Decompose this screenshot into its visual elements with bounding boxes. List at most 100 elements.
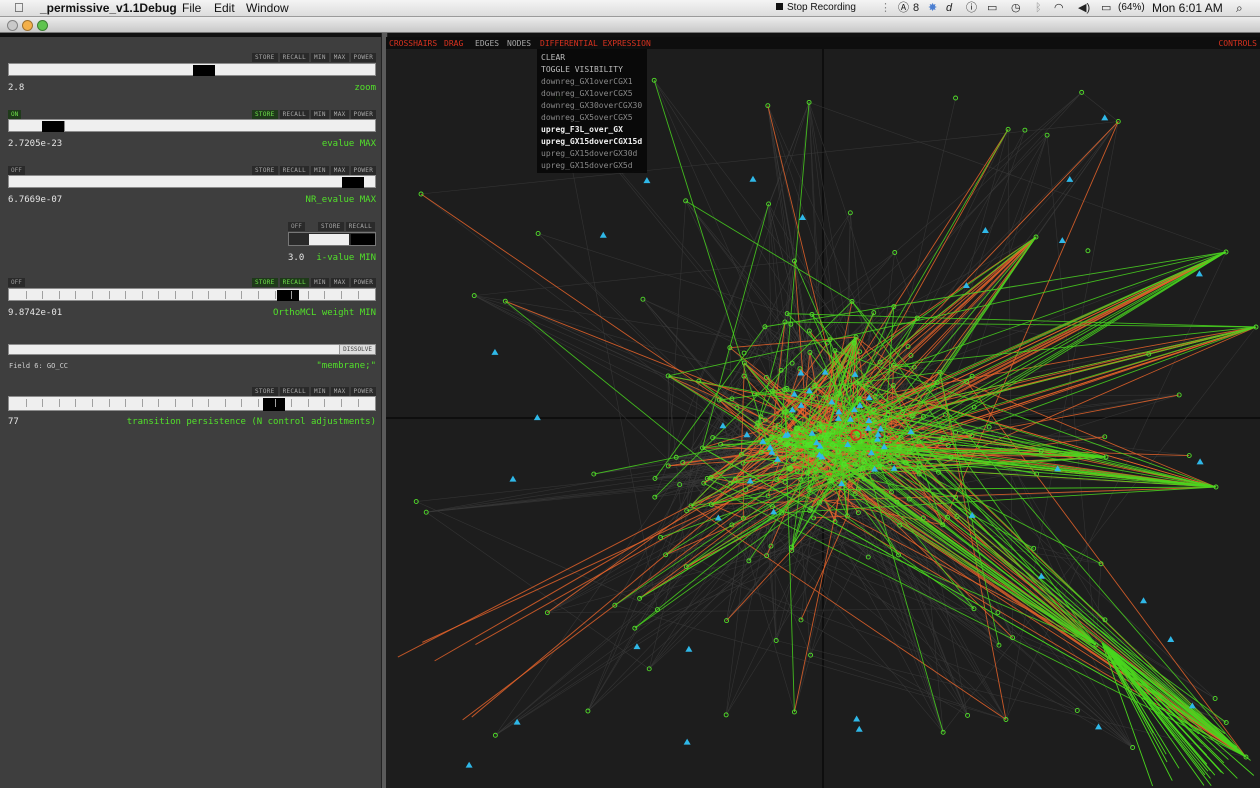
- downregulated-edge: [1101, 642, 1216, 776]
- menu-item-upreg-gx15d-cgx15d[interactable]: upreg_GX15doverCGX15d: [541, 137, 642, 146]
- recall-button[interactable]: RECALL: [279, 166, 310, 175]
- orthomcl-slider[interactable]: [8, 288, 376, 301]
- nodes-toggle[interactable]: NODES: [507, 39, 531, 48]
- recall-button[interactable]: RECALL: [279, 278, 310, 287]
- min-button[interactable]: MIN: [311, 166, 329, 175]
- slider-tick: [92, 399, 93, 407]
- downregulated-edge: [764, 251, 1227, 328]
- dissolve-button[interactable]: DISSOLVE: [339, 345, 375, 354]
- store-button[interactable]: STORE: [252, 53, 278, 62]
- controls-toggle[interactable]: CONTROLS: [1218, 39, 1257, 48]
- time-machine-icon[interactable]: ◷: [1011, 1, 1021, 15]
- menu-item-downreg-gx1-cgx1[interactable]: downreg_GX1overCGX1: [541, 77, 633, 86]
- transition-persistence-slider[interactable]: [8, 396, 376, 411]
- network-graph-svg[interactable]: [386, 37, 1260, 788]
- crosshairs-toggle[interactable]: CROSSHAIRS: [389, 39, 437, 48]
- power-button[interactable]: POWER: [350, 387, 377, 396]
- evalue-slider[interactable]: [8, 119, 376, 132]
- separator-icon: ⋮: [880, 2, 891, 14]
- globe-icon[interactable]: ✸: [928, 1, 937, 15]
- power-button[interactable]: POWER: [350, 166, 377, 175]
- ivalue-label: i-value MIN: [316, 253, 376, 263]
- graph-node-glow: [808, 451, 816, 459]
- spotlight-search-icon[interactable]: ⌕: [1236, 1, 1243, 15]
- store-button[interactable]: STORE: [252, 278, 278, 287]
- ortholog-node-triangle: [491, 348, 499, 355]
- store-button[interactable]: STORE: [252, 387, 278, 396]
- ivalue-toggle[interactable]: OFF: [288, 222, 305, 231]
- slider-knob[interactable]: [192, 65, 215, 76]
- menu-item-upreg-f3l-gx[interactable]: upreg_F3L_over_GX: [541, 125, 623, 134]
- apple-menu-icon[interactable]: : [14, 1, 24, 15]
- edges-toggle[interactable]: EDGES: [475, 39, 499, 48]
- adium-icon[interactable]: Ⓐ: [898, 1, 909, 15]
- dissolve-bar[interactable]: DISSOLVE: [8, 344, 376, 355]
- max-button[interactable]: MAX: [330, 110, 349, 119]
- menu-file[interactable]: File: [182, 1, 201, 15]
- recall-button[interactable]: RECALL: [279, 110, 310, 119]
- network-graph-canvas[interactable]: CROSSHAIRS DRAG EDGES NODES DIFFERENTIAL…: [386, 37, 1260, 788]
- graph-node-glow: [832, 422, 840, 430]
- max-button[interactable]: MAX: [330, 53, 349, 62]
- differential-expression-menu[interactable]: DIFFERENTIAL EXPRESSION: [540, 39, 651, 48]
- slider-knob[interactable]: [276, 290, 299, 301]
- store-button[interactable]: STORE: [318, 222, 344, 231]
- slider-tick: [224, 399, 226, 407]
- menu-item-downreg-gx5-cgx5[interactable]: downreg_GX5overCGX5: [541, 113, 633, 122]
- menu-item-downreg-gx30-cgx30[interactable]: downreg_GX30overCGX30: [541, 101, 642, 110]
- clear-menu-item[interactable]: CLEAR: [541, 53, 565, 62]
- menu-item-upreg-gx15d-gx30d[interactable]: upreg_GX15doverGX30d: [541, 149, 637, 158]
- power-button[interactable]: POWER: [350, 278, 377, 287]
- clock[interactable]: Mon 6:01 AM: [1152, 1, 1223, 15]
- max-button[interactable]: MAX: [330, 387, 349, 396]
- max-button[interactable]: MAX: [330, 278, 349, 287]
- stop-recording-button[interactable]: Stop Recording: [776, 1, 856, 15]
- store-button[interactable]: STORE: [252, 110, 278, 119]
- slider-knob[interactable]: [341, 177, 364, 188]
- volume-icon[interactable]: ◀): [1078, 1, 1090, 15]
- min-button[interactable]: MIN: [311, 110, 329, 119]
- recall-button[interactable]: RECALL: [345, 222, 376, 231]
- graph-edge: [811, 252, 895, 315]
- slider-knob[interactable]: [42, 121, 65, 132]
- close-window-button[interactable]: [7, 20, 18, 31]
- toggle-visibility-menu-item[interactable]: TOGGLE VISIBILITY: [541, 65, 623, 74]
- battery-percent: (64%): [1118, 2, 1145, 13]
- slider-tick: [324, 291, 326, 299]
- ivalue-slider[interactable]: [288, 232, 376, 246]
- app-menu[interactable]: _permissive_v1.1Debug: [40, 1, 177, 15]
- store-button[interactable]: STORE: [252, 166, 278, 175]
- min-button[interactable]: MIN: [311, 278, 329, 287]
- bluetooth-icon[interactable]: ᛒ: [1035, 1, 1042, 15]
- zoom-slider[interactable]: [8, 63, 376, 76]
- slider-fill: [309, 234, 349, 245]
- accessibility-icon[interactable]: ⓘ: [966, 1, 977, 15]
- nr-evalue-toggle[interactable]: OFF: [8, 166, 25, 175]
- max-button[interactable]: MAX: [330, 166, 349, 175]
- menu-item-upreg-gx15d-gx5d[interactable]: upreg_GX15doverGX5d: [541, 161, 633, 170]
- battery-icon[interactable]: ▭: [1101, 1, 1111, 15]
- power-button[interactable]: POWER: [350, 110, 377, 119]
- min-button[interactable]: MIN: [311, 387, 329, 396]
- nr-evalue-slider[interactable]: [8, 175, 376, 188]
- slider-knob[interactable]: [351, 234, 375, 245]
- slider-tick: [274, 291, 276, 299]
- minimize-window-button[interactable]: [22, 20, 33, 31]
- drag-toggle[interactable]: DRAG: [444, 39, 463, 48]
- min-button[interactable]: MIN: [311, 53, 329, 62]
- wifi-icon[interactable]: ◠: [1054, 1, 1064, 15]
- ivalue-value: 3.0: [288, 253, 305, 263]
- power-button[interactable]: POWER: [350, 53, 377, 62]
- slider-tick: [175, 399, 176, 407]
- graph-node-glow: [793, 425, 801, 433]
- menu-item-downreg-gx1-cgx5[interactable]: downreg_GX1overCGX5: [541, 89, 633, 98]
- menu-edit[interactable]: Edit: [214, 1, 235, 15]
- menu-window[interactable]: Window: [246, 1, 289, 15]
- recall-button[interactable]: RECALL: [279, 387, 310, 396]
- evalue-toggle[interactable]: ON: [8, 110, 22, 119]
- recall-button[interactable]: RECALL: [279, 53, 310, 62]
- display-icon[interactable]: ▭: [987, 1, 997, 15]
- zoom-window-button[interactable]: [37, 20, 48, 31]
- orthomcl-toggle[interactable]: OFF: [8, 278, 25, 287]
- dictionary-icon[interactable]: d: [946, 1, 952, 15]
